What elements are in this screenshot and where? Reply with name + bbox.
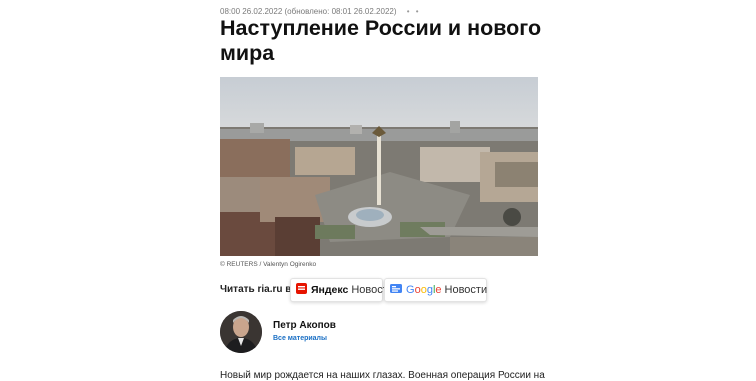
article-lead: Новый мир рождается на наших глазах. Вое…	[220, 370, 545, 381]
article-title: Наступление России и нового мира	[220, 16, 542, 65]
author-name[interactable]: Петр Акопов	[273, 320, 336, 331]
article-meta: 08:00 26.02.2022 (обновлено: 08:01 26.02…	[220, 7, 421, 16]
photo-credit: © REUTERS / Valentyn Ogirenko	[220, 261, 317, 268]
google-news-icon	[390, 283, 402, 297]
google-brand: Google	[406, 284, 442, 296]
author-avatar[interactable]	[220, 311, 262, 353]
yandex-news-icon	[296, 283, 307, 297]
article-photo	[220, 77, 538, 256]
yandex-brand: Яндекс	[311, 284, 349, 296]
google-news-label: Новости	[444, 284, 488, 296]
read-in-label: Читать ria.ru в	[220, 284, 292, 295]
yandex-news-button[interactable]: Яндекс Новости	[290, 278, 394, 302]
publish-date: 08:00 26.02.2022 (обновлено: 08:01 26.02…	[220, 7, 397, 16]
author-all-materials-link[interactable]: Все материалы	[273, 335, 327, 342]
more-dots-icon[interactable]: • •	[407, 7, 421, 16]
google-news-button[interactable]: Google Новости	[384, 278, 487, 302]
